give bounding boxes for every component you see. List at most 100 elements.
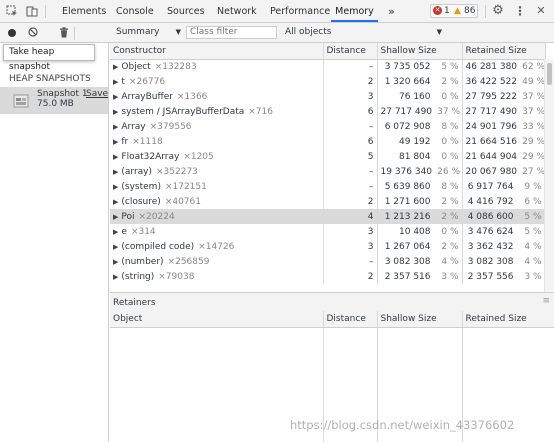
watermark: https://blog.csdn.net/weixin_43376602 [290,418,515,432]
distance-cell: 6 [323,134,378,149]
table-row[interactable]: ▶ Object ×132283–3 735 052 5 % 46 281 380 62 … [110,59,546,74]
column-retained-size[interactable]: Retained Size [462,43,546,60]
constructor-cell[interactable]: ▶ system / JSArrayBufferData ×716 [110,104,324,119]
retained-size-percent: 5 % [524,211,542,222]
expand-triangle-icon[interactable]: ▶ [113,108,118,116]
shallow-size-value: 49 192 [399,136,431,147]
table-row[interactable]: ▶ Poi ×20224 4 1 213 216 2 % 4 086 600 5 % [110,209,546,224]
table-row[interactable]: ▶ t ×26776 2 1 320 664 2 % 36 422 522 49 % [110,74,546,89]
expand-triangle-icon[interactable]: ▶ [113,153,118,161]
instance-count: ×79038 [158,271,195,282]
record-icon[interactable] [8,29,16,37]
table-row[interactable]: ▶ ArrayBuffer ×1366 3 76 160 0 % 27 795 222 37 … [110,89,546,104]
table-row[interactable]: ▶ (array) ×352273–19 376 340 26 % 20 067 980… [110,164,546,179]
constructor-cell[interactable]: ▶ (array) ×352273 [110,164,324,179]
issue-counter[interactable]: ✕ 1 ▲ 86 [430,4,478,18]
constructor-cell[interactable]: ▶ Float32Array ×1205 [110,149,324,164]
expand-triangle-icon[interactable]: ▶ [113,138,118,146]
settings-gear-icon[interactable]: ⚙ [492,4,504,17]
trash-icon[interactable] [59,27,69,38]
snapshot-item[interactable]: Snapshot 1 Save 75.0 MB [0,87,108,114]
constructor-cell[interactable]: ▶ Poi ×20224 [110,209,324,224]
expand-triangle-icon[interactable]: ▶ [113,258,118,266]
column-shallow-size[interactable]: Shallow Size [377,311,463,328]
constructor-cell[interactable]: ▶ fr ×1118 [110,134,324,149]
tab-console[interactable]: Console [116,0,154,22]
scrollbar-thumb[interactable] [547,63,552,85]
table-row[interactable]: ▶ fr ×1118 6 49 192 0 % 21 664 516 29 % [110,134,546,149]
table-row[interactable]: ▶ e ×314 3 10 408 0 % 3 476 624 5 % [110,224,546,239]
more-tabs-icon[interactable]: » [388,0,395,22]
inspect-element-icon[interactable] [6,5,18,17]
expand-triangle-icon[interactable]: ▶ [113,168,118,176]
expand-triangle-icon[interactable]: ▶ [113,78,118,86]
save-link[interactable]: Save [86,89,108,99]
constructor-cell[interactable]: ▶ Object ×132283 [110,59,324,74]
retained-size-percent: 5 % [524,226,542,237]
constructor-cell[interactable]: ▶ Array ×379556 [110,119,324,134]
drag-handle-icon[interactable]: ≡ [542,296,550,306]
expand-triangle-icon[interactable]: ▶ [113,63,118,71]
shallow-size-value: 1 267 064 [384,241,431,252]
memory-toolbar: Summary ▼ Class filter All objects ▼ [0,23,554,43]
table-scrollbar[interactable] [544,59,554,292]
tab-memory[interactable]: Memory [331,0,378,22]
snapshot-size: 75.0 MB [37,99,74,109]
retained-size-value: 20 067 980 [465,166,518,177]
column-distance[interactable]: Distance [323,311,378,328]
table-row[interactable]: ▶ (number) ×256859–3 082 308 4 % 3 082 308 4 … [110,254,546,269]
constructor-cell[interactable]: ▶ (compiled code) ×14726 [110,239,324,254]
constructor-cell[interactable]: ▶ ArrayBuffer ×1366 [110,89,324,104]
expand-triangle-icon[interactable]: ▶ [113,273,118,281]
table-row[interactable]: ▶ Float32Array ×1205 5 81 804 0 % 21 644 904 29… [110,149,546,164]
device-toolbar-icon[interactable] [26,5,38,17]
retained-size-cell: 2 357 556 3 % [462,269,546,284]
expand-triangle-icon[interactable]: ▶ [113,198,118,206]
tab-network[interactable]: Network [217,0,257,22]
tab-sources[interactable]: Sources [167,0,205,22]
tab-performance[interactable]: Performance [270,0,330,22]
constructor-cell[interactable]: ▶ e ×314 [110,224,324,239]
objects-select[interactable]: All objects ▼ [282,26,442,39]
constructor-table: Constructor Distance Shallow Size Retain… [110,43,546,284]
view-select[interactable]: Summary ▼ [113,26,181,39]
constructor-name: t [121,76,125,87]
retained-size-value: 27 795 222 [465,91,518,102]
table-row[interactable]: ▶ (compiled code) ×14726 3 1 267 064 2 % 3 362… [110,239,546,254]
table-row[interactable]: ▶ Array ×379556–6 072 908 8 % 24 901 796 33 % [110,119,546,134]
expand-triangle-icon[interactable]: ▶ [113,228,118,236]
class-filter-input[interactable]: Class filter [186,26,277,39]
instance-count: ×26776 [128,76,166,87]
table-row[interactable]: ▶ (string) ×79038 2 2 357 516 3 % 2 357 556 3 % [110,269,546,284]
retained-size-percent: 6 % [524,196,542,207]
expand-triangle-icon[interactable]: ▶ [113,93,118,101]
constructor-cell[interactable]: ▶ t ×26776 [110,74,324,89]
expand-triangle-icon[interactable]: ▶ [113,183,118,191]
constructor-cell[interactable]: ▶ (closure) ×40761 [110,194,324,209]
table-row[interactable]: ▶ (closure) ×40761 2 1 271 600 2 % 4 416 792 6 … [110,194,546,209]
retained-size-percent: 29 % [522,151,545,162]
column-distance[interactable]: Distance [323,43,378,60]
close-icon[interactable]: ✕ [535,5,547,17]
distance-cell: – [323,59,378,74]
shallow-size-value: 5 639 860 [384,181,431,192]
constructor-cell[interactable]: ▶ (string) ×79038 [110,269,324,284]
constructor-cell[interactable]: ▶ (system) ×172151 [110,179,324,194]
table-header-row: Object Distance Shallow Size Retained Si… [110,311,554,328]
column-constructor[interactable]: Constructor [110,43,324,60]
expand-triangle-icon[interactable]: ▶ [113,213,118,221]
expand-triangle-icon[interactable]: ▶ [113,243,118,251]
table-row[interactable]: ▶ (system) ×172151–5 639 860 8 % 6 917 764 9 … [110,179,546,194]
distance-cell: 6 [323,104,378,119]
more-options-icon[interactable]: ⋮ [514,5,526,17]
column-object[interactable]: Object [110,311,324,328]
column-shallow-size[interactable]: Shallow Size [377,43,463,60]
column-retained-size[interactable]: Retained Size [462,311,554,328]
table-row[interactable]: ▶ system / JSArrayBufferData ×716 6 27 717 4… [110,104,546,119]
shallow-size-percent: 0 % [441,226,459,237]
warning-count: 86 [464,6,476,16]
constructor-cell[interactable]: ▶ (number) ×256859 [110,254,324,269]
clear-icon[interactable] [28,27,38,37]
tab-elements[interactable]: Elements [62,0,106,22]
expand-triangle-icon[interactable]: ▶ [113,123,118,131]
